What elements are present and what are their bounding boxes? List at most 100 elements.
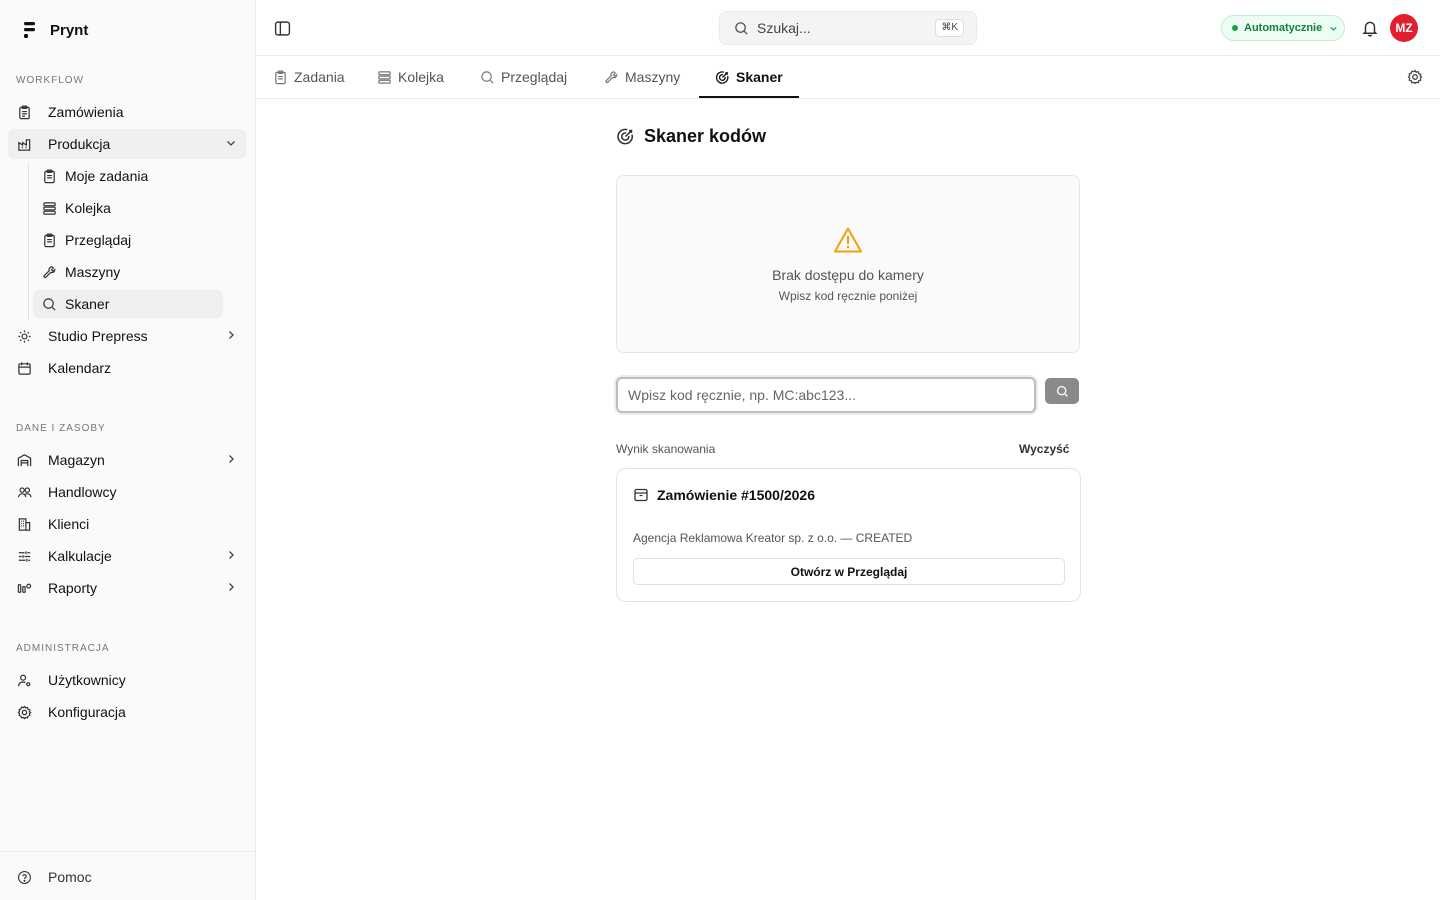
package-icon bbox=[633, 487, 649, 503]
chevron-right-icon bbox=[224, 580, 238, 594]
sidebar-item-reports[interactable]: Raporty bbox=[8, 573, 246, 603]
wrench-icon bbox=[604, 70, 619, 85]
sidebar-item-sales[interactable]: Handlowcy bbox=[8, 477, 246, 507]
sidebar-item-production[interactable]: Produkcja bbox=[8, 129, 246, 159]
sidebar-item-calculations[interactable]: Kalkulacje bbox=[8, 541, 246, 571]
section-label-data: DANE I ZASOBY bbox=[16, 423, 106, 434]
sidebar-subitem-label: Skaner bbox=[65, 296, 110, 312]
tab-bar: Zadania Kolejka Przeglądaj Maszyny Skane… bbox=[256, 56, 1440, 99]
sidebar-toggle-icon[interactable] bbox=[274, 20, 291, 37]
sidebar-item-config[interactable]: Konfiguracja bbox=[8, 697, 246, 727]
sidebar-item-label: Studio Prepress bbox=[48, 328, 148, 344]
clipboard-icon bbox=[16, 104, 32, 120]
search-placeholder: Szukaj... bbox=[757, 20, 811, 36]
wrench-icon bbox=[41, 264, 57, 280]
sidebar-subitem-label: Przeglądaj bbox=[65, 232, 132, 248]
search-icon bbox=[41, 296, 57, 312]
camera-error-hint: Wpisz kod ręcznie poniżej bbox=[778, 289, 918, 303]
tab-tasks[interactable]: Zadania bbox=[273, 56, 345, 98]
chevron-right-icon bbox=[224, 452, 238, 466]
sidebar-item-label: Handlowcy bbox=[48, 484, 117, 500]
sidebar-item-label: Zamówienia bbox=[48, 104, 124, 120]
sidebar-subitem-label: Maszyny bbox=[65, 264, 121, 280]
tab-label: Skaner bbox=[736, 69, 783, 85]
open-in-browse-button[interactable]: Otwórz w Przeglądaj bbox=[633, 558, 1065, 585]
scan-search-button[interactable] bbox=[1045, 378, 1079, 404]
sidebar-item-studio-prepress[interactable]: Studio Prepress bbox=[8, 321, 246, 351]
bell-icon[interactable] bbox=[1361, 19, 1379, 37]
sidebar-item-label: Kalendarz bbox=[48, 360, 112, 376]
brand-name: Prynt bbox=[50, 21, 89, 39]
tab-label: Kolejka bbox=[398, 69, 444, 85]
prynt-logo-icon bbox=[22, 21, 38, 39]
sidebar-subitem-label: Kolejka bbox=[65, 200, 111, 216]
section-label-workflow: WORKFLOW bbox=[16, 75, 84, 86]
manual-code-input[interactable] bbox=[616, 377, 1036, 413]
sidebar-subitem-label: Moje zadania bbox=[65, 168, 149, 184]
calendar-icon bbox=[16, 360, 32, 376]
clipboard-icon bbox=[41, 168, 57, 184]
mode-label: Automatycznie bbox=[1244, 22, 1323, 34]
clipboard-icon bbox=[273, 70, 288, 85]
gear-icon bbox=[16, 704, 32, 720]
sidebar-item-label: Konfiguracja bbox=[48, 704, 126, 720]
sidebar-item-users[interactable]: Użytkownicy bbox=[8, 665, 246, 695]
gear-icon[interactable] bbox=[1407, 69, 1423, 85]
sidebar-item-calendar[interactable]: Kalendarz bbox=[8, 353, 246, 383]
result-description: Agencja Reklamowa Kreator sp. z o.o. — C… bbox=[633, 531, 913, 545]
camera-error-title: Brak dostępu do kamery bbox=[772, 267, 924, 283]
user-cog-icon bbox=[16, 672, 32, 688]
sidebar-subitem-browse[interactable]: Przeglądaj bbox=[33, 226, 223, 254]
submenu-guide-line bbox=[28, 162, 29, 320]
result-title: Zamówienie #1500/2026 bbox=[657, 487, 815, 503]
result-label: Wynik skanowania bbox=[616, 442, 716, 456]
warehouse-icon bbox=[16, 452, 32, 468]
sidebar-subitem-queue[interactable]: Kolejka bbox=[33, 194, 223, 222]
tab-scanner[interactable]: Skaner bbox=[715, 56, 783, 98]
camera-preview: Brak dostępu do kamery Wpisz kod ręcznie… bbox=[616, 175, 1080, 353]
chevron-down-icon bbox=[1328, 23, 1339, 34]
topbar: Szukaj... ⌘K Automatycznie MZ bbox=[256, 0, 1440, 56]
tab-queue[interactable]: Kolejka bbox=[377, 56, 444, 98]
active-tab-indicator bbox=[699, 96, 799, 98]
brand[interactable]: Prynt bbox=[22, 21, 88, 39]
clear-button[interactable]: Wyczyść bbox=[1019, 442, 1069, 456]
avatar[interactable]: MZ bbox=[1390, 14, 1418, 42]
sidebar-item-help[interactable]: Pomoc bbox=[8, 862, 246, 892]
chevron-right-icon bbox=[224, 548, 238, 562]
tab-label: Zadania bbox=[294, 69, 345, 85]
sidebar-item-label: Pomoc bbox=[48, 869, 92, 885]
sidebar-subitem-my-tasks[interactable]: Moje zadania bbox=[33, 162, 223, 190]
factory-icon bbox=[16, 136, 32, 152]
sidebar-item-label: Kalkulacje bbox=[48, 548, 112, 564]
sidebar-item-orders[interactable]: Zamówienia bbox=[8, 97, 246, 127]
mode-dropdown[interactable]: Automatycznie bbox=[1221, 15, 1345, 41]
sidebar-item-warehouse[interactable]: Magazyn bbox=[8, 445, 246, 475]
warning-triangle-icon bbox=[833, 226, 863, 254]
help-circle-icon bbox=[16, 869, 32, 885]
clipboard-icon bbox=[41, 232, 57, 248]
sliders-icon bbox=[16, 548, 32, 564]
chevron-right-icon bbox=[224, 328, 238, 342]
sidebar-item-label: Klienci bbox=[48, 516, 90, 532]
global-search[interactable]: Szukaj... ⌘K bbox=[719, 11, 977, 45]
tab-browse[interactable]: Przeglądaj bbox=[480, 56, 567, 98]
scan-target-icon bbox=[715, 70, 730, 85]
chevron-down-icon bbox=[224, 136, 238, 150]
sidebar-item-clients[interactable]: Klienci bbox=[8, 509, 246, 539]
building-icon bbox=[16, 516, 32, 532]
sidebar-subitem-machines[interactable]: Maszyny bbox=[33, 258, 223, 286]
scan-target-icon bbox=[616, 127, 635, 146]
sidebar-item-label: Magazyn bbox=[48, 452, 105, 468]
list-rows-icon bbox=[377, 70, 392, 85]
sidebar-subitem-scanner[interactable]: Skaner bbox=[33, 290, 223, 318]
sidebar-item-label: Użytkownicy bbox=[48, 672, 126, 688]
section-label-admin: ADMINISTRACJA bbox=[16, 643, 110, 654]
page-title-text: Skaner kodów bbox=[644, 126, 767, 146]
users-icon bbox=[16, 484, 32, 500]
scan-result-card: Zamówienie #1500/2026 Agencja Reklamowa … bbox=[616, 468, 1081, 602]
sun-icon bbox=[16, 328, 32, 344]
search-icon bbox=[480, 70, 495, 85]
sidebar-item-label: Raporty bbox=[48, 580, 98, 596]
tab-machines[interactable]: Maszyny bbox=[604, 56, 680, 98]
